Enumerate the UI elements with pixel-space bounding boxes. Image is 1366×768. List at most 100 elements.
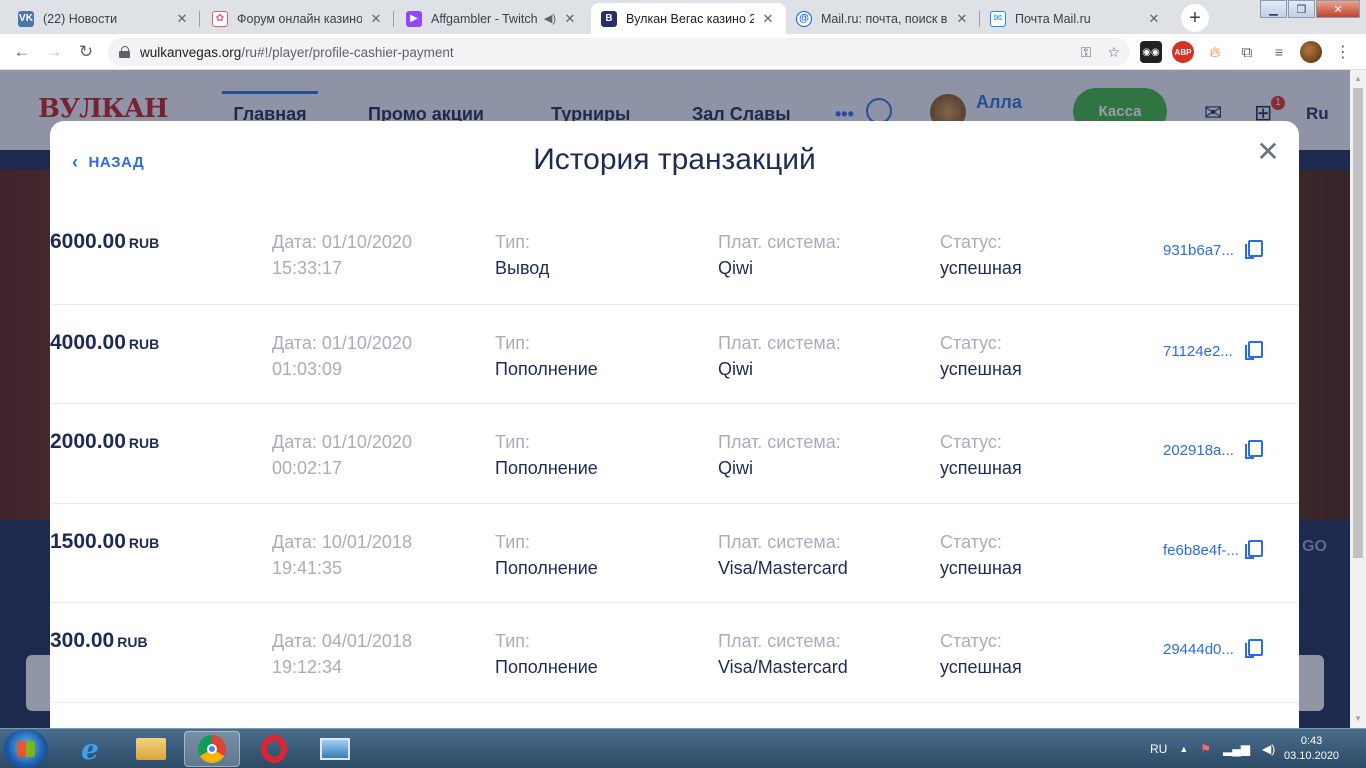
transaction-id[interactable]: 71124e2... [1163, 343, 1233, 360]
transaction-id[interactable]: 29444d0... [1163, 641, 1234, 658]
close-icon[interactable]: ✕ [760, 11, 776, 27]
window-controls: ▁ ❐ ✕ [1259, 0, 1360, 18]
close-icon[interactable]: ✕ [174, 11, 190, 27]
browser-tab-mailru[interactable]: @ Mail.ru: почта, поиск в и ✕ [786, 3, 980, 34]
transaction-row: 300.00 RUB Дата: 04/01/2018 19:12:34 Тип: П… [50, 602, 1299, 702]
browser-tab-mail[interactable]: ✉ Почта Mail.ru ✕ [980, 3, 1172, 34]
transaction-status: Статус: успешная [940, 232, 1022, 278]
close-icon[interactable]: ✕ [368, 11, 384, 27]
network-alert-icon[interactable]: ⚑ [1200, 742, 1211, 756]
close-icon[interactable]: ✕ [1146, 11, 1162, 27]
minimize-button[interactable]: ▁ [1260, 0, 1287, 18]
browser-toolbar: ← → ↻ wulkanvegas.org/ru#!/player/profil… [0, 34, 1366, 70]
transaction-history-modal: ‹ НАЗАД История транзакций ✕ 6000.00 RUB … [50, 121, 1299, 728]
key-icon[interactable]: ⚿ [1081, 44, 1092, 61]
extension-icon[interactable]: ◉◉ [1140, 41, 1162, 63]
copy-icon[interactable] [1245, 340, 1263, 360]
browser-tab-twitch[interactable]: ▶ Affgambler - Twitch ◀) ✕ [396, 3, 588, 34]
transaction-status: Статус: успешная [940, 332, 1022, 379]
extensions-area: ◉◉ ABP 🔥︎ ⧉ ≡ ⋮ [1140, 41, 1354, 63]
transaction-list: 6000.00 RUB Дата: 01/10/2020 15:33:17 Тип:… [50, 204, 1299, 728]
transaction-status: Статус: успешная [940, 432, 1022, 479]
adblock-icon[interactable]: ABP [1172, 41, 1194, 63]
menu-dots-icon[interactable]: ⋮ [1332, 41, 1354, 63]
currency: RUB [128, 335, 160, 352]
vulkan-icon: B [601, 10, 617, 27]
system-tray: RU ▲ ⚑ ▂▄▆ ◀) [1150, 729, 1275, 768]
system-clock[interactable]: 0:43 03.10.2020 [1284, 734, 1339, 764]
transaction-id[interactable]: 931b6a7... [1163, 242, 1234, 259]
twitch-icon: ▶ [406, 10, 422, 27]
signal-icon[interactable]: ▂▄▆ [1223, 742, 1250, 756]
browser-tab-vulkan[interactable]: B Вулкан Вегас казино 20 ✕ [591, 3, 786, 34]
opera-icon[interactable] [246, 731, 302, 767]
transaction-type: Тип: Пополнение [495, 531, 598, 578]
language-indicator[interactable]: RU [1150, 742, 1167, 756]
tab-title: (22) Новости [43, 11, 118, 26]
transaction-date: Дата: 01/10/2020 00:02:17 [272, 432, 412, 479]
forum-icon: ✿ [212, 10, 228, 27]
star-icon[interactable]: ☆ [1107, 44, 1120, 61]
transaction-date: Дата: 01/10/2020 01:03:09 [272, 332, 412, 379]
browser-tab-forum[interactable]: ✿ Форум онлайн казино о ✕ [202, 3, 394, 34]
chevron-up-icon[interactable]: ▲ [1179, 744, 1188, 754]
scrollbar-thumb[interactable] [1353, 88, 1363, 558]
transaction-row: 2000.00 RUB Дата: 01/10/2020 00:02:17 Тип:… [50, 403, 1299, 503]
close-icon[interactable]: ✕ [562, 11, 578, 27]
photo-viewer-icon[interactable] [307, 731, 363, 767]
internet-explorer-icon[interactable]: e [62, 731, 118, 767]
page-scrollbar[interactable]: ▲ ▼ [1350, 70, 1366, 728]
transaction-payment-system: Плат. система: Qiwi [718, 232, 841, 278]
speaker-icon[interactable]: ◀) [544, 12, 556, 25]
tab-title: Mail.ru: почта, поиск в и [821, 11, 948, 26]
transaction-row: 4000.00 RUB Дата: 01/10/2020 01:03:09 Тип:… [50, 303, 1299, 404]
close-icon[interactable]: ✕ [1254, 138, 1282, 166]
close-icon[interactable]: ✕ [954, 11, 970, 27]
browser-tab-vk[interactable]: VK (22) Новости ✕ [8, 3, 200, 34]
puzzle-icon[interactable]: ⧉ [1236, 41, 1258, 63]
chrome-icon[interactable] [184, 731, 240, 767]
windows-taskbar: e RU ▲ ⚑ ▂▄▆ ◀) 0:43 03.10.2020 [0, 728, 1366, 768]
forward-arrow-icon[interactable]: → [42, 40, 66, 64]
url-path: /ru#!/player/profile-cashier-payment [241, 44, 454, 60]
transaction-id[interactable]: 202918a... [1163, 442, 1234, 459]
transaction-amount: 2000.00 RUB [50, 430, 160, 454]
maximize-button[interactable]: ❐ [1288, 0, 1315, 18]
copy-icon[interactable] [1245, 240, 1263, 259]
fire-extension-icon[interactable]: 🔥︎ [1204, 41, 1226, 63]
scroll-up-arrow-icon[interactable]: ▲ [1354, 74, 1362, 83]
window-close-button[interactable]: ✕ [1316, 0, 1360, 18]
start-button[interactable] [4, 730, 48, 768]
back-arrow-icon[interactable]: ← [10, 40, 34, 64]
profile-avatar[interactable] [1300, 41, 1322, 63]
reload-icon[interactable]: ↻ [74, 40, 98, 64]
transaction-payment-system: Плат. система: Qiwi [718, 432, 841, 479]
file-explorer-icon[interactable] [123, 731, 179, 767]
new-tab-button[interactable]: + [1181, 4, 1209, 32]
transaction-status: Статус: успешная [940, 531, 1022, 578]
vk-icon: VK [18, 10, 34, 27]
clock-time: 0:43 [1300, 735, 1323, 747]
tab-title: Вулкан Вегас казино 20 [626, 11, 754, 26]
mailru-icon: @ [796, 10, 812, 27]
copy-icon[interactable] [1245, 539, 1263, 559]
transaction-payment-system: Плат. система: Qiwi [718, 332, 841, 379]
media-icon[interactable]: ≡ [1268, 41, 1290, 63]
address-bar[interactable]: wulkanvegas.org/ru#!/player/profile-cash… [108, 38, 1130, 66]
transaction-row: 1500.00 RUB Дата: 10/01/2018 19:41:35 Тип:… [50, 502, 1299, 603]
currency: RUB [128, 534, 160, 551]
transaction-amount: 300.00 RUB [50, 629, 148, 653]
volume-icon[interactable]: ◀) [1262, 742, 1275, 756]
currency: RUB [128, 435, 160, 452]
transaction-row: 6000.00 RUB Дата: 01/10/2020 15:33:17 Тип:… [50, 204, 1299, 304]
transaction-payment-system: Плат. система: Visa/Mastercard [718, 531, 848, 578]
transaction-row [50, 701, 1299, 728]
tab-title: Почта Mail.ru [1015, 11, 1091, 26]
transaction-date: Дата: 04/01/2018 19:12:34 [272, 631, 412, 678]
copy-icon[interactable] [1245, 639, 1263, 659]
transaction-amount: 6000.00 RUB [50, 230, 160, 253]
copy-icon[interactable] [1245, 440, 1263, 460]
modal-title: История транзакций [533, 143, 816, 176]
scroll-down-arrow-icon[interactable]: ▼ [1354, 714, 1362, 723]
transaction-id[interactable]: fe6b8e4f-... [1163, 542, 1239, 559]
